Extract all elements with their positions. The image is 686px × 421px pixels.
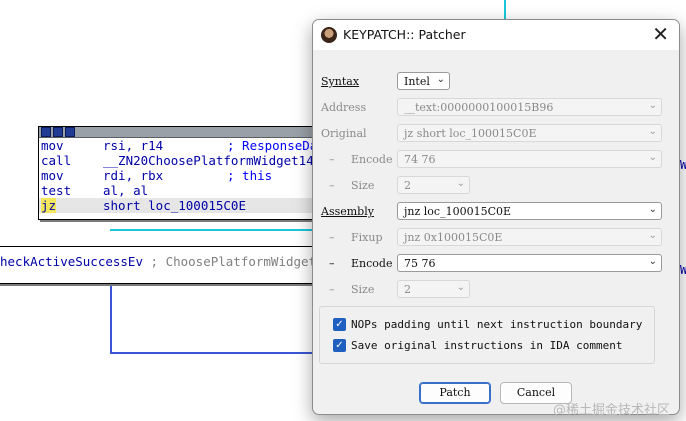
syntax-select[interactable]: Intel ⌄ (397, 72, 450, 90)
size-value: 2 (404, 283, 411, 296)
encode-value: 75 76 (404, 257, 436, 270)
original-size-value: 2 (404, 179, 411, 192)
watermark-text: @稀土掘金技术社区 (553, 403, 671, 418)
asm-operands: rdi, rbx (103, 168, 164, 183)
assembly-label-text: Assembly (321, 205, 374, 218)
nops-padding-label[interactable]: NOPs padding until next instruction boun… (351, 318, 642, 331)
ida-code-block[interactable]: mov rsi, r14 ; ResponseDa call __ZN20Cho… (38, 126, 330, 220)
chevron-down-icon: ⌄ (648, 126, 657, 137)
chevron-down-icon: ⌄ (436, 74, 445, 85)
chevron-down-icon[interactable]: ⌄ (649, 204, 657, 215)
original-encode-value: 74 76 (404, 153, 436, 166)
asm-comment: ; ChoosePlatformWidget (143, 254, 317, 269)
original-value: jz short loc_100015C0E (404, 127, 537, 140)
graph-edge-left (110, 282, 112, 354)
original-size-label: Size (351, 179, 375, 192)
asm-mnemonic: mov (41, 168, 64, 183)
offscreen-block-fragment: W (680, 263, 686, 277)
syntax-label: Syntax (321, 75, 359, 88)
block-group-icon[interactable] (65, 127, 75, 137)
asm-line[interactable]: heckActiveSuccessEv ; ChoosePlatformWidg… (0, 254, 316, 269)
encode-select[interactable]: 75 76 ⌄ (397, 254, 662, 272)
asm-mnemonic: jz (39, 198, 103, 213)
asm-operands: al, al (103, 183, 149, 198)
block-titlebar (39, 127, 329, 138)
options-group: ✓ NOPs padding until next instruction bo… (319, 306, 655, 364)
asm-mnemonic-highlight: jz (41, 198, 57, 213)
syntax-value: Intel (404, 75, 430, 88)
encode-label: Encode (351, 257, 393, 270)
graph-edge-top (504, 0, 506, 19)
save-original-label[interactable]: Save original instructions in IDA commen… (351, 339, 623, 352)
ida-code-block-lower[interactable]: heckActiveSuccessEv ; ChoosePlatformWidg… (0, 246, 330, 284)
fixup-select: jnz 0x100015C0E ⌄ (397, 228, 662, 246)
chevron-down-icon[interactable]: ⌄ (649, 256, 657, 267)
nops-padding-checkbox[interactable]: ✓ (333, 318, 346, 331)
asm-row[interactable]: mov rsi, r14 ; ResponseDa (39, 138, 329, 153)
patch-button[interactable]: Patch (419, 382, 491, 404)
chevron-down-icon: ⌄ (456, 282, 465, 293)
asm-row[interactable]: test al, al (39, 183, 329, 198)
fixup-label: Fixup (351, 231, 383, 244)
asm-operands: __ZN20ChoosePlatformWidget14 (103, 153, 314, 168)
save-original-checkbox[interactable]: ✓ (333, 339, 346, 352)
graph-edge-connector (110, 229, 312, 231)
assembly-value: jnz loc_100015C0E (404, 205, 512, 218)
original-size-select: 2 ⌄ (397, 176, 470, 194)
asm-row[interactable]: call __ZN20ChoosePlatformWidget14 (39, 153, 329, 168)
indent-dash: – (329, 257, 335, 270)
original-encode-label: Encode (351, 153, 393, 166)
indent-dash: – (329, 283, 335, 296)
original-encode-select: 74 76 ⌄ (397, 150, 662, 168)
chevron-down-icon: ⌄ (648, 100, 657, 111)
size-label: Size (351, 283, 375, 296)
assembly-input[interactable]: jnz loc_100015C0E ⌄ (397, 202, 662, 220)
original-select: jz short loc_100015C0E ⌄ (397, 124, 662, 142)
asm-symbol: heckActiveSuccessEv (0, 254, 143, 269)
indent-dash: – (329, 231, 335, 244)
block-graph-icon[interactable] (53, 127, 63, 137)
block-color-icon[interactable] (41, 127, 51, 137)
asm-row[interactable]: mov rdi, rbx ; this (39, 168, 329, 183)
graph-edge-bottom (110, 352, 312, 354)
syntax-label-text: Syntax (321, 75, 360, 88)
original-label: Original (321, 127, 367, 140)
asm-mnemonic: call (41, 153, 72, 168)
address-select: __text:0000000100015B96 ⌄ (397, 98, 662, 116)
asm-mnemonic: test (41, 183, 72, 198)
asm-comment: ; this (227, 168, 273, 183)
assembly-label: Assembly (321, 205, 374, 218)
offscreen-block-fragment: W (680, 158, 686, 172)
dialog-title: KEYPATCH:: Patcher (343, 27, 466, 42)
fixup-value: jnz 0x100015C0E (404, 231, 503, 244)
asm-operands: short loc_100015C0E (103, 198, 246, 213)
asm-operands: rsi, r14 (103, 138, 164, 153)
address-value: __text:0000000100015B96 (404, 101, 554, 114)
close-icon[interactable]: ✕ (652, 23, 669, 45)
size-select: 2 ⌄ (397, 280, 470, 298)
indent-dash: – (329, 153, 335, 166)
chevron-down-icon: ⌄ (456, 178, 465, 189)
asm-comment: ; ResponseDa (227, 138, 318, 153)
app-avatar-icon (321, 27, 337, 43)
asm-mnemonic: mov (41, 138, 64, 153)
keypatch-patcher-dialog[interactable]: KEYPATCH:: Patcher ✕ Syntax Intel ⌄ Addr… (312, 19, 680, 415)
indent-dash: – (329, 179, 335, 192)
asm-row-selected[interactable]: jz short loc_100015C0E (39, 198, 329, 213)
dialog-titlebar[interactable]: KEYPATCH:: Patcher ✕ (313, 20, 679, 50)
chevron-down-icon: ⌄ (648, 230, 657, 241)
chevron-down-icon: ⌄ (648, 152, 657, 163)
address-label: Address (321, 101, 367, 114)
